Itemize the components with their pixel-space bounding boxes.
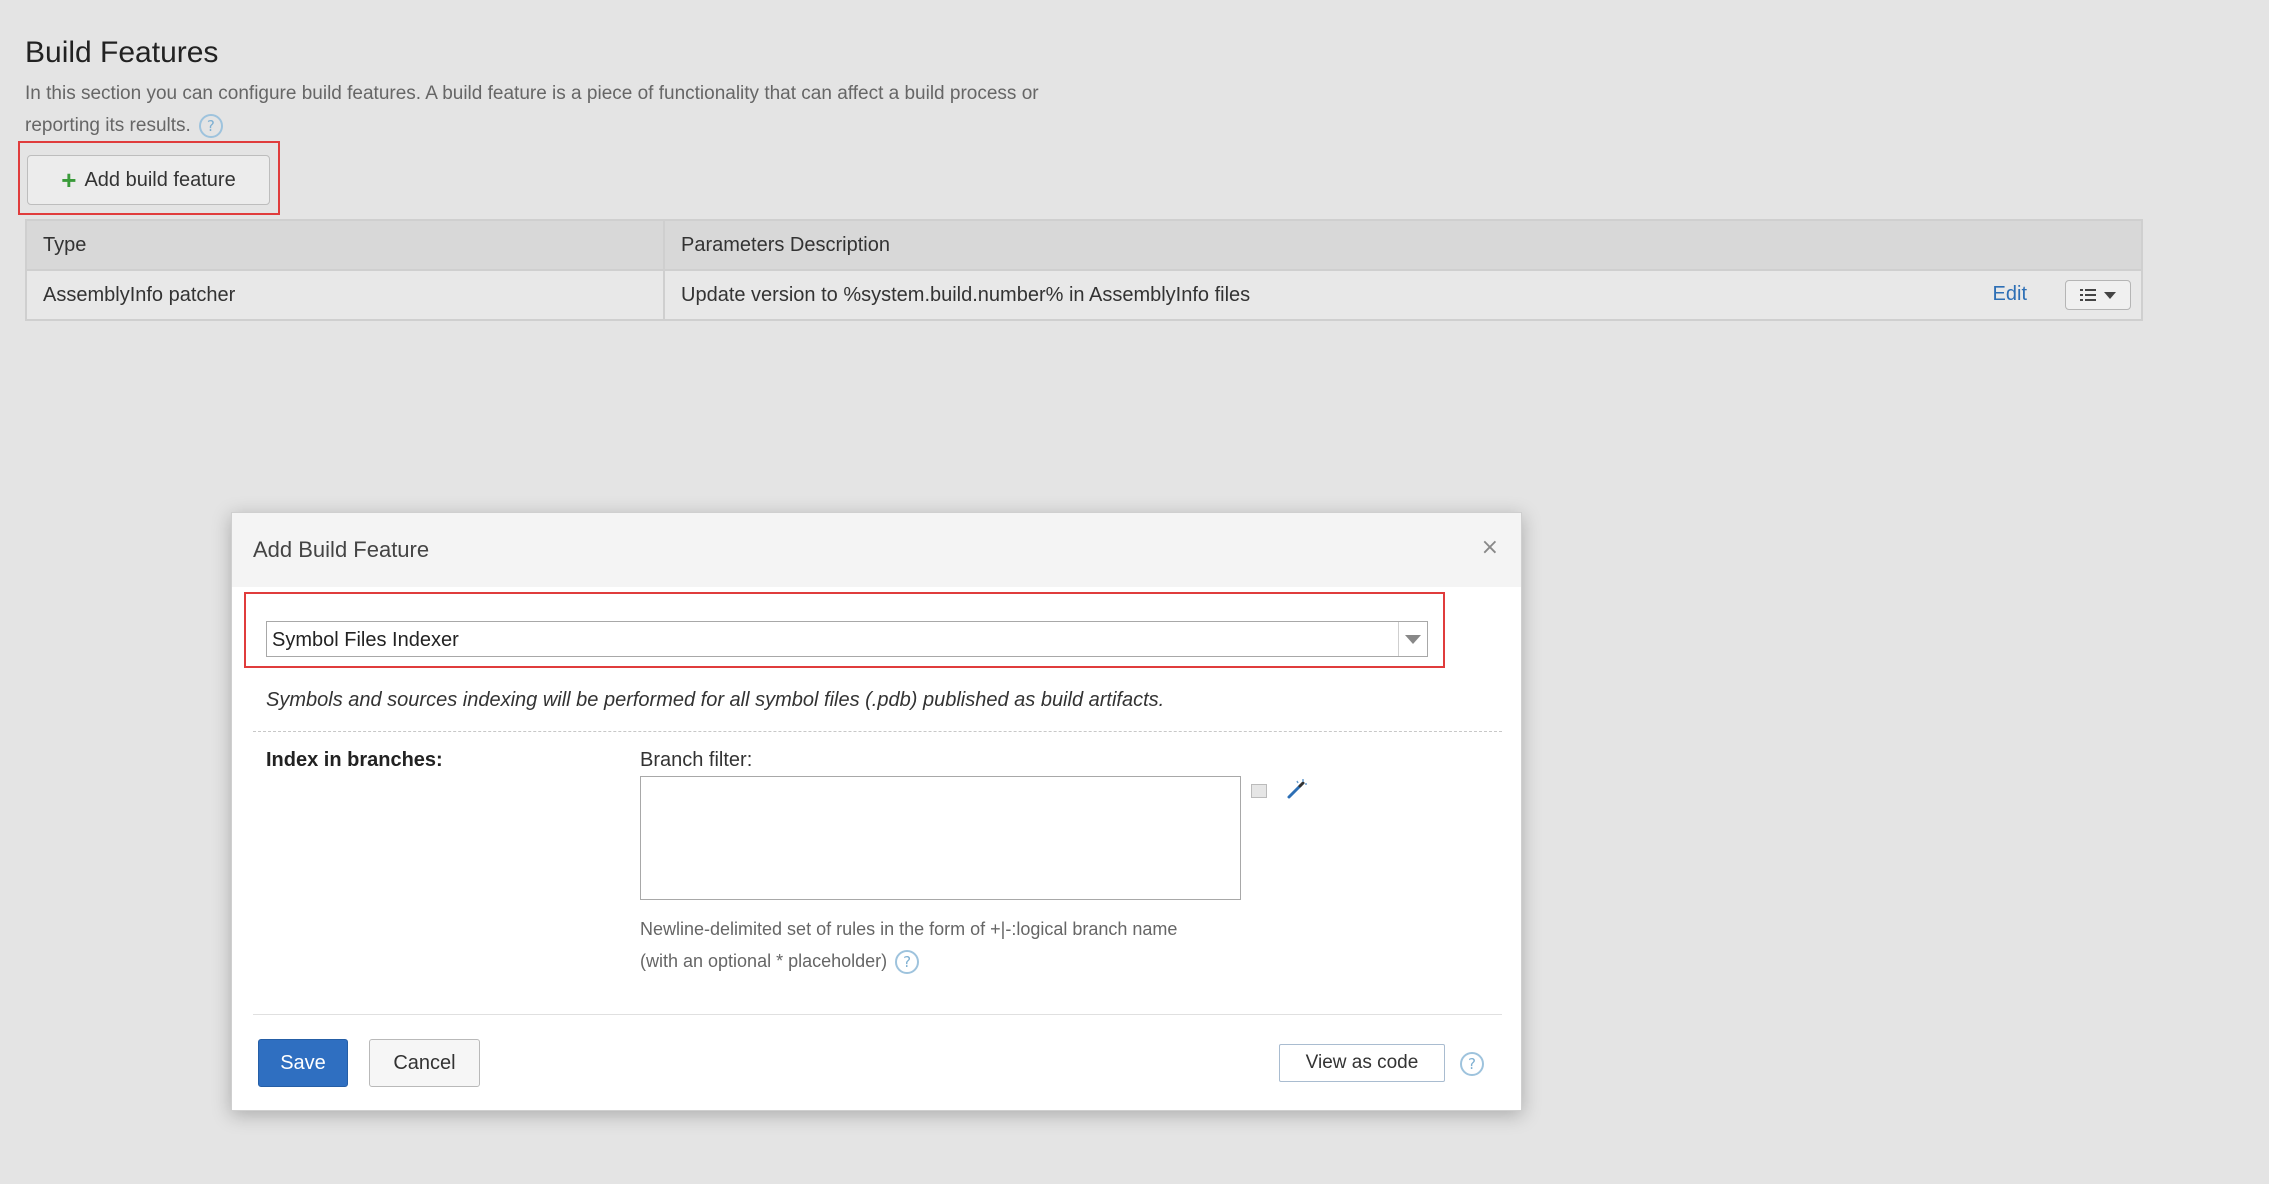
edit-link[interactable]: Edit bbox=[1993, 283, 2027, 306]
table-row: AssemblyInfo patcher Update version to %… bbox=[25, 269, 2143, 321]
row-actions-menu-button[interactable] bbox=[2065, 280, 2131, 310]
build-features-table: Type Parameters Description AssemblyInfo… bbox=[25, 219, 2143, 321]
column-header-parameters: Parameters Description bbox=[663, 219, 2143, 271]
index-in-branches-label: Index in branches: bbox=[266, 749, 443, 771]
expand-editor-icon[interactable] bbox=[1251, 784, 1267, 798]
add-build-feature-label: Add build feature bbox=[84, 168, 236, 191]
magic-wand-icon[interactable] bbox=[1285, 778, 1307, 800]
build-features-section: Build Features In this section you can c… bbox=[18, 36, 2145, 321]
cancel-button[interactable]: Cancel bbox=[369, 1039, 480, 1087]
column-header-type: Type bbox=[25, 219, 665, 271]
cell-type: AssemblyInfo patcher bbox=[25, 269, 665, 321]
view-as-code-button[interactable]: View as code bbox=[1279, 1044, 1445, 1082]
cell-parameters: Update version to %system.build.number% … bbox=[663, 269, 2143, 321]
add-build-feature-dialog: Add Build Feature × Symbol Files Indexer… bbox=[231, 512, 1522, 1111]
cell-parameters-text: Update version to %system.build.number% … bbox=[681, 283, 1251, 306]
save-button[interactable]: Save bbox=[258, 1039, 348, 1087]
feature-description: Symbols and sources indexing will be per… bbox=[266, 689, 1165, 711]
dialog-header: Add Build Feature × bbox=[232, 513, 1521, 587]
add-build-feature-button[interactable]: + Add build feature bbox=[27, 155, 270, 205]
close-icon[interactable]: × bbox=[1481, 535, 1499, 560]
list-icon bbox=[2080, 289, 2096, 301]
add-button-highlight: + Add build feature bbox=[18, 141, 280, 215]
plus-icon: + bbox=[61, 165, 77, 195]
feature-type-selected-value: Symbol Files Indexer bbox=[272, 629, 459, 651]
divider bbox=[253, 731, 1502, 732]
help-icon[interactable]: ? bbox=[198, 113, 223, 138]
feature-type-select[interactable]: Symbol Files Indexer bbox=[266, 621, 1428, 657]
help-icon[interactable]: ? bbox=[1460, 1052, 1484, 1076]
footer-divider bbox=[253, 1014, 1502, 1015]
section-description: In this section you can configure build … bbox=[25, 78, 1085, 142]
section-description-text: In this section you can configure build … bbox=[25, 83, 1039, 136]
dialog-title: Add Build Feature bbox=[253, 537, 430, 562]
dropdown-arrow-icon[interactable] bbox=[1398, 622, 1427, 656]
chevron-down-icon bbox=[2104, 291, 2116, 299]
help-icon[interactable]: ? bbox=[895, 950, 920, 975]
branch-filter-textarea[interactable] bbox=[640, 776, 1241, 900]
table-header-row: Type Parameters Description bbox=[25, 219, 2143, 271]
branch-filter-label: Branch filter: bbox=[640, 749, 753, 771]
branch-filter-hint: Newline-delimited set of rules in the fo… bbox=[640, 913, 1200, 977]
page-title: Build Features bbox=[25, 36, 219, 69]
